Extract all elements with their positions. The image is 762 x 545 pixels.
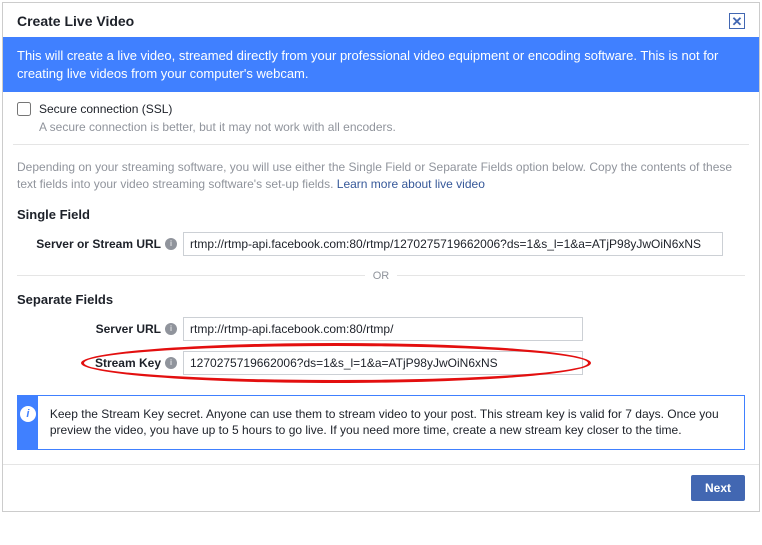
info-box-icon-bar: i [18,396,38,450]
single-field-row: Server or Stream URL i [3,232,759,266]
info-box-text: Keep the Stream Key secret. Anyone can u… [38,396,744,450]
ssl-section: Secure connection (SSL) A secure connect… [3,92,759,144]
or-text: OR [373,270,390,282]
stream-key-warning: i Keep the Stream Key secret. Anyone can… [17,395,745,451]
server-url-input[interactable] [183,317,583,341]
modal-header: Create Live Video ✕ [3,3,759,37]
server-url-label: Server URL [96,322,161,336]
info-banner: This will create a live video, streamed … [3,37,759,92]
or-divider: OR [3,266,759,286]
stream-key-row: Stream Key i [3,351,759,385]
next-button[interactable]: Next [691,475,745,501]
ssl-subtext: A secure connection is better, but it ma… [39,120,745,134]
server-url-row: Server URL i [3,317,759,351]
banner-text: This will create a live video, streamed … [17,48,718,81]
modal-footer: Next [3,464,759,511]
single-field-title: Single Field [3,201,759,232]
modal-title: Create Live Video [17,13,134,29]
info-icon[interactable]: i [165,357,177,369]
info-icon[interactable]: i [165,323,177,335]
stream-key-label: Stream Key [95,356,161,370]
create-live-video-modal: Create Live Video ✕ This will create a l… [2,2,760,512]
ssl-label: Secure connection (SSL) [39,102,172,116]
instructions: Depending on your streaming software, yo… [3,145,759,201]
separate-fields-title: Separate Fields [3,286,759,317]
ssl-checkbox[interactable] [17,102,31,116]
server-stream-url-input[interactable] [183,232,723,256]
server-stream-url-label: Server or Stream URL [36,237,161,251]
info-icon: i [20,406,36,422]
close-icon[interactable]: ✕ [729,13,745,29]
stream-key-highlight: Stream Key i [3,351,759,385]
info-icon[interactable]: i [165,238,177,250]
learn-more-link[interactable]: Learn more about live video [337,177,485,191]
stream-key-input[interactable] [183,351,583,375]
